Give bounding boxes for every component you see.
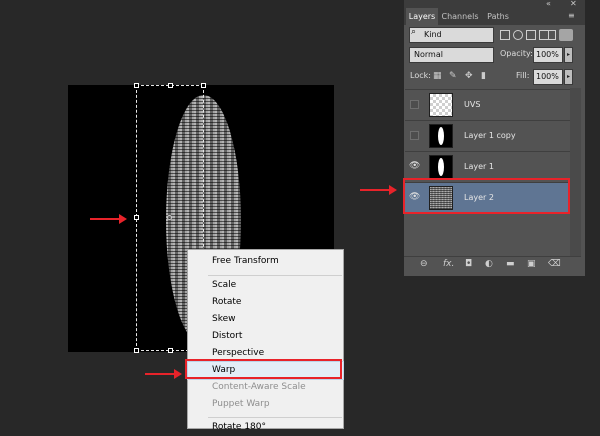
filter-kind-select[interactable]: Kind [409,27,494,43]
transform-handle-top-right[interactable] [201,83,206,88]
menu-item-skew[interactable]: Skew [188,311,343,328]
menu-item-distort[interactable]: Distort [188,328,343,345]
lock-label: Lock: [410,71,431,80]
collapse-icon[interactable]: « [546,0,551,8]
visibility-toggle-off[interactable] [410,131,419,140]
filter-adjustment-icon[interactable] [513,30,523,40]
layer-thumbnail [429,124,453,148]
filter-kind-label: Kind [424,30,442,39]
tab-channels[interactable]: Channels [440,8,480,25]
layer-name: Layer 1 [464,162,494,171]
annotation-arrow-layer [360,185,397,195]
filter-toggle-switch[interactable] [559,29,573,41]
layer-name: Layer 1 copy [464,131,516,140]
group-icon[interactable]: ▬ [506,259,515,269]
lock-image-pixels-icon[interactable]: ✎ [449,71,457,81]
tab-layers[interactable]: Layers [406,8,438,25]
annotation-box-warp [185,359,342,379]
annotation-arrow-handle [90,214,127,224]
transform-handle-bottom-center[interactable] [168,348,173,353]
annotation-box-layer-2 [403,178,570,214]
trash-icon[interactable]: ⌫ [548,259,561,269]
menu-item-scale[interactable]: Scale [188,277,343,294]
menu-separator [208,417,342,418]
filter-type-icon[interactable] [526,30,536,40]
lock-all-icon[interactable]: ▮ [481,71,486,81]
lock-position-icon[interactable]: ✥ [465,71,473,81]
transform-handle-bottom-left[interactable] [134,348,139,353]
menu-item-puppet-warp: Puppet Warp [212,399,270,409]
tab-paths[interactable]: Paths [483,8,513,25]
fill-label: Fill: [516,71,530,80]
transform-handle-middle-left[interactable] [134,215,139,220]
layer-name: UVS [464,100,481,109]
visibility-toggle-off[interactable] [410,100,419,109]
layer-row-uvs[interactable]: UVS [405,89,570,120]
fill-input[interactable]: 100% [533,69,563,85]
transform-handle-top-center[interactable] [168,83,173,88]
menu-separator [208,275,342,276]
search-icon: ⌕ [411,27,417,37]
layer-thumbnail [429,93,453,117]
adjustment-icon[interactable]: ◐ [485,259,493,269]
eye-icon[interactable]: 👁 [409,161,420,171]
fx-icon[interactable]: fx. [443,259,454,269]
transform-reference-point[interactable] [167,215,172,220]
opacity-input[interactable]: 100% [533,47,563,63]
panel-menu-icon[interactable]: ≡ [568,11,575,20]
panel-title-bar[interactable] [404,0,585,8]
link-icon[interactable]: ⊖ [420,259,428,269]
layer-row-layer-1-copy[interactable]: Layer 1 copy [405,120,570,151]
annotation-arrow-warp [145,369,182,379]
menu-item-free-transform[interactable]: Free Transform [188,253,343,270]
fill-dropdown-icon[interactable]: ▸ [564,69,573,85]
layer-list-scrollbar[interactable] [570,88,581,256]
new-layer-icon[interactable]: ▣ [527,259,536,269]
blend-mode-select[interactable]: Normal [409,47,494,63]
filter-smart-object-icon[interactable] [548,30,556,40]
opacity-label: Opacity: [500,49,533,58]
mask-icon[interactable]: ◘ [465,259,472,269]
opacity-dropdown-icon[interactable]: ▸ [564,47,573,63]
transform-context-menu: Free Transform Scale Rotate Skew Distort… [187,249,344,432]
menu-item-rotate-180[interactable]: Rotate 180° [188,419,343,436]
layer-thumbnail [429,155,453,179]
menu-item-content-aware-scale: Content-Aware Scale [212,382,306,392]
lock-transparent-pixels-icon[interactable]: ▦ [433,71,442,81]
filter-pixel-icon[interactable] [500,30,510,40]
transform-handle-top-left[interactable] [134,83,139,88]
close-icon[interactable]: ✕ [570,0,577,8]
menu-item-rotate[interactable]: Rotate [188,294,343,311]
